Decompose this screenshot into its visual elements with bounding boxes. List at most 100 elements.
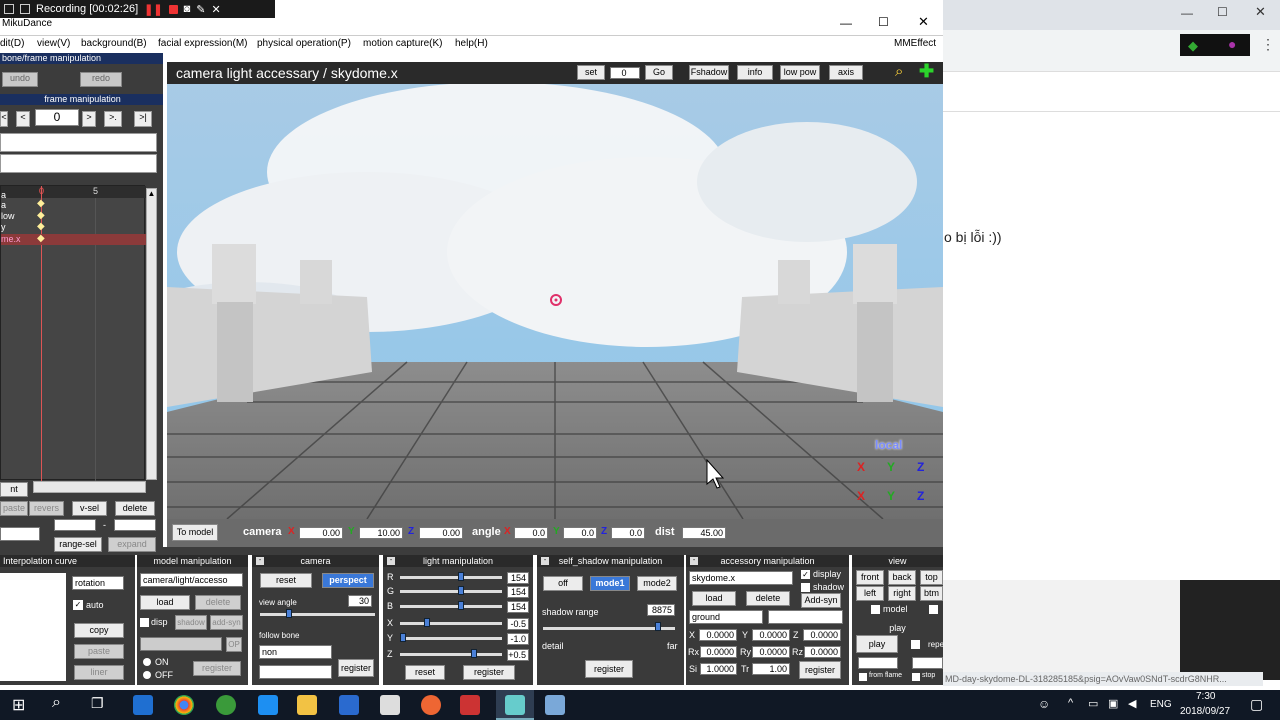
pos-z-input[interactable]: 0.0000 (803, 629, 841, 641)
move-icon[interactable]: ✚ (919, 61, 934, 82)
close-icon[interactable]: ✕ (211, 3, 220, 16)
range-to-input[interactable] (114, 519, 156, 531)
load-button[interactable]: load (140, 595, 190, 610)
axis-y-icon[interactable]: Y (887, 460, 895, 474)
camera-x-input[interactable]: 0.00 (299, 527, 343, 539)
slider-knob[interactable] (655, 622, 661, 631)
slider-knob[interactable] (458, 586, 464, 595)
angle-z-input[interactable]: 0.0 (611, 527, 645, 539)
language-indicator[interactable]: ENG (1150, 699, 1172, 710)
menu-icon[interactable]: ⋮ (1261, 36, 1275, 53)
off-radio[interactable] (143, 671, 151, 679)
edge-icon[interactable] (133, 695, 153, 715)
slider-knob[interactable] (458, 601, 464, 610)
bone-checkbox[interactable] (929, 605, 938, 614)
clock-time[interactable]: 7:30 (1196, 691, 1215, 702)
delete-button[interactable]: delete (115, 501, 155, 516)
auto-checkbox[interactable]: ✓ (73, 600, 83, 610)
bone-select[interactable] (768, 610, 843, 624)
windows-start-icon[interactable]: ⊞ (12, 695, 25, 715)
mode2-button[interactable]: mode2 (637, 576, 677, 591)
menu-edit[interactable]: dit(D) (0, 38, 24, 49)
info-button[interactable]: info (737, 65, 773, 80)
ground-select[interactable]: ground (689, 610, 763, 624)
store-icon[interactable] (339, 695, 359, 715)
register-button[interactable]: register (193, 661, 241, 676)
close-icon[interactable]: ✕ (918, 14, 929, 30)
delete-button[interactable]: delete (195, 595, 241, 610)
stop-icon[interactable] (168, 4, 178, 14)
set-button[interactable]: set (577, 65, 605, 80)
top-button[interactable]: top (920, 570, 943, 585)
follow-bone-select[interactable]: non (259, 645, 332, 659)
axis-x-icon[interactable]: X (857, 489, 865, 503)
maximize-icon[interactable]: ☐ (878, 15, 889, 29)
light-b-input[interactable]: 154 (507, 601, 529, 613)
register-button[interactable]: register (463, 665, 515, 680)
clock-date[interactable]: 2018/09/27 (1180, 706, 1230, 717)
notification-icon[interactable]: ▢ (1250, 696, 1263, 713)
camera-z-input[interactable]: 0.00 (419, 527, 463, 539)
mikudance-taskbar-item[interactable] (496, 690, 534, 720)
menu-mmeffect[interactable]: MMEffect (894, 38, 936, 49)
menu-facial[interactable]: facial expression(M) (158, 38, 247, 49)
from-flame-checkbox[interactable] (859, 673, 867, 681)
slider-knob[interactable] (458, 572, 464, 581)
extension-icon[interactable]: ◆ (1188, 38, 1198, 54)
axis-z-icon[interactable]: Z (917, 489, 924, 503)
minimize-icon[interactable]: — (1181, 6, 1193, 20)
stop-checkbox[interactable] (912, 673, 920, 681)
right-button[interactable]: right (888, 586, 916, 601)
low-pow-button[interactable]: low pow (780, 65, 820, 80)
view-angle-slider[interactable] (260, 613, 375, 616)
track-label[interactable]: a (1, 189, 6, 200)
slider-knob[interactable] (286, 609, 292, 618)
nt-button[interactable]: nt (0, 482, 28, 497)
timeline[interactable]: 0 5 a a low y me.x ◆ ◆ ◆ ◆ (0, 185, 146, 481)
pos-x-input[interactable]: 0.0000 (699, 629, 737, 641)
perspect-button[interactable]: perspect (322, 573, 374, 588)
scroll-up-icon[interactable]: ▲ (147, 189, 156, 199)
3d-viewport[interactable]: local X Y Z X Y Z (167, 62, 943, 519)
play-to-input[interactable] (912, 657, 943, 669)
pause-icon[interactable]: ❚❚ (144, 3, 162, 16)
avatar[interactable]: ● (1228, 36, 1236, 52)
light-r-slider[interactable] (400, 576, 502, 579)
keyframe-icon[interactable]: ◆ (37, 233, 45, 244)
last-frame-button[interactable]: >| (134, 111, 152, 127)
to-model-button[interactable]: To model (172, 524, 218, 541)
mail-icon[interactable] (380, 695, 400, 715)
accessory-select[interactable]: skydome.x (689, 571, 793, 585)
menu-view[interactable]: view(V) (37, 38, 70, 49)
close-icon[interactable]: ✕ (1255, 4, 1266, 20)
set-input[interactable]: 0 (610, 67, 640, 79)
pen-icon[interactable]: ✎ (196, 3, 205, 16)
camera-y-input[interactable]: 10.00 (359, 527, 403, 539)
add-syn-button[interactable]: add-syn (210, 615, 243, 630)
left-button[interactable]: left (856, 586, 884, 601)
view-angle-input[interactable]: 30 (348, 595, 372, 607)
axis-y-icon[interactable]: Y (887, 489, 895, 503)
menu-help[interactable]: help(H) (455, 38, 488, 49)
add-syn-button[interactable]: Add-syn (801, 593, 841, 608)
shadow-checkbox[interactable] (801, 583, 810, 592)
si-input[interactable]: 1.0000 (700, 663, 737, 675)
light-z-input[interactable]: +0.5 (507, 649, 529, 661)
collapse-icon[interactable]: - (690, 557, 698, 565)
chrome-icon[interactable] (174, 695, 194, 715)
shadow-button[interactable]: shadow (175, 615, 207, 630)
weibo-icon[interactable] (421, 695, 441, 715)
slider-knob[interactable] (471, 649, 477, 658)
axis-z-icon[interactable]: Z (917, 460, 924, 474)
task-view-icon[interactable]: ❐ (91, 695, 104, 712)
op-select[interactable] (140, 637, 222, 651)
shadow-range-input[interactable]: 8875 (647, 604, 675, 616)
register-button[interactable]: register (585, 660, 633, 678)
repeat-checkbox[interactable] (911, 640, 920, 649)
zoom-icon[interactable]: ⌕ (895, 63, 903, 80)
load-button[interactable]: load (692, 591, 736, 606)
app-icon[interactable] (460, 695, 480, 715)
slider-knob[interactable] (400, 633, 406, 642)
text-field-2[interactable] (0, 154, 157, 173)
camera-icon[interactable]: ◙ (184, 3, 191, 15)
